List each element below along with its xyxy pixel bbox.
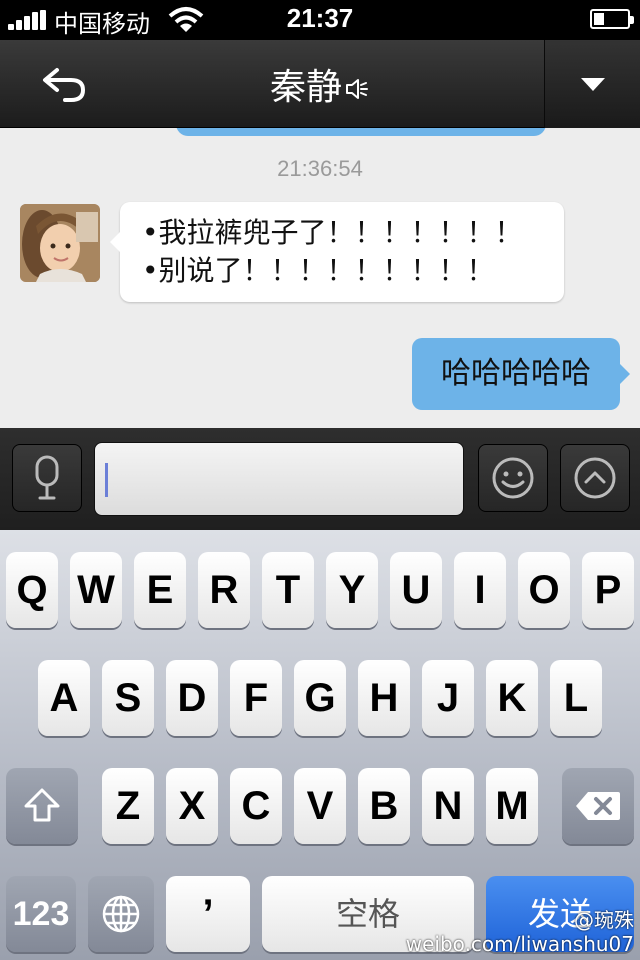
key-v[interactable]: V: [294, 768, 346, 844]
key-n[interactable]: N: [422, 768, 474, 844]
input-bar: [0, 428, 640, 530]
status-time: 21:37: [286, 3, 354, 33]
key-e[interactable]: E: [134, 552, 186, 628]
key-r[interactable]: R: [198, 552, 250, 628]
status-bar: 中国移动 21:37: [0, 0, 640, 40]
key-w[interactable]: W: [70, 552, 122, 628]
backspace-icon: [576, 792, 620, 820]
key-k[interactable]: K: [486, 660, 538, 736]
nav-bar: 秦静: [0, 40, 640, 128]
microphone-icon: [35, 455, 59, 500]
watermark-url: weibo.com/liwanshu07: [405, 932, 634, 956]
key-q[interactable]: Q: [6, 552, 58, 628]
battery-icon: [590, 9, 634, 29]
keyboard: Q W E R T Y U I O P A S D F G H J K L Z …: [0, 530, 640, 960]
apostrophe-key[interactable]: ’: [166, 876, 250, 952]
message-input[interactable]: [94, 442, 464, 516]
more-menu-button[interactable]: [544, 40, 640, 128]
shift-arrow-icon: [24, 788, 60, 822]
text-caret: [105, 463, 108, 497]
outgoing-message-bubble[interactable]: 哈哈哈哈哈: [412, 338, 630, 410]
chevron-up-icon: [574, 457, 616, 499]
key-y[interactable]: Y: [326, 552, 378, 628]
key-c[interactable]: C: [230, 768, 282, 844]
key-s[interactable]: S: [102, 660, 154, 736]
key-z[interactable]: Z: [102, 768, 154, 844]
key-p[interactable]: P: [582, 552, 634, 628]
key-j[interactable]: J: [422, 660, 474, 736]
key-i[interactable]: I: [454, 552, 506, 628]
message-timestamp: 21:36:54: [277, 156, 363, 181]
key-b[interactable]: B: [358, 768, 410, 844]
incoming-message-bubble[interactable]: •我拉裤兜子了！！！！！！！ •别说了！！！！！！！！！: [110, 202, 564, 302]
speaker-icon: [346, 79, 368, 99]
key-m[interactable]: M: [486, 768, 538, 844]
smiley-icon: [492, 457, 534, 499]
more-options-button[interactable]: [560, 444, 630, 512]
watermark: @琬殊 weibo.com/liwanshu07: [406, 908, 634, 956]
key-t[interactable]: T: [262, 552, 314, 628]
key-o[interactable]: O: [518, 552, 570, 628]
key-d[interactable]: D: [166, 660, 218, 736]
key-h[interactable]: H: [358, 660, 410, 736]
key-a[interactable]: A: [38, 660, 90, 736]
avatar[interactable]: [20, 204, 100, 282]
chevron-down-icon: [580, 77, 605, 91]
numbers-key[interactable]: 123: [6, 876, 76, 952]
key-g[interactable]: G: [294, 660, 346, 736]
previous-message-bubble[interactable]: [176, 128, 546, 136]
shift-key[interactable]: [6, 768, 78, 844]
key-x[interactable]: X: [166, 768, 218, 844]
chat-area[interactable]: 21:36:54 •我拉裤兜子了！！！！！！！ •别说了！！！！！！！！！ 哈哈…: [0, 128, 640, 428]
key-u[interactable]: U: [390, 552, 442, 628]
message-line: •我拉裤兜子了！！！！！！！: [142, 216, 523, 249]
message-line: •别说了！！！！！！！！！: [142, 254, 495, 287]
globe-icon: [102, 895, 140, 933]
delete-key[interactable]: [562, 768, 634, 844]
key-l[interactable]: L: [550, 660, 602, 736]
voice-input-button[interactable]: [12, 444, 82, 512]
emoji-button[interactable]: [478, 444, 548, 512]
language-key[interactable]: [88, 876, 154, 952]
contact-name: 秦静: [269, 67, 342, 108]
key-f[interactable]: F: [230, 660, 282, 736]
watermark-user: @琬殊: [574, 908, 634, 932]
